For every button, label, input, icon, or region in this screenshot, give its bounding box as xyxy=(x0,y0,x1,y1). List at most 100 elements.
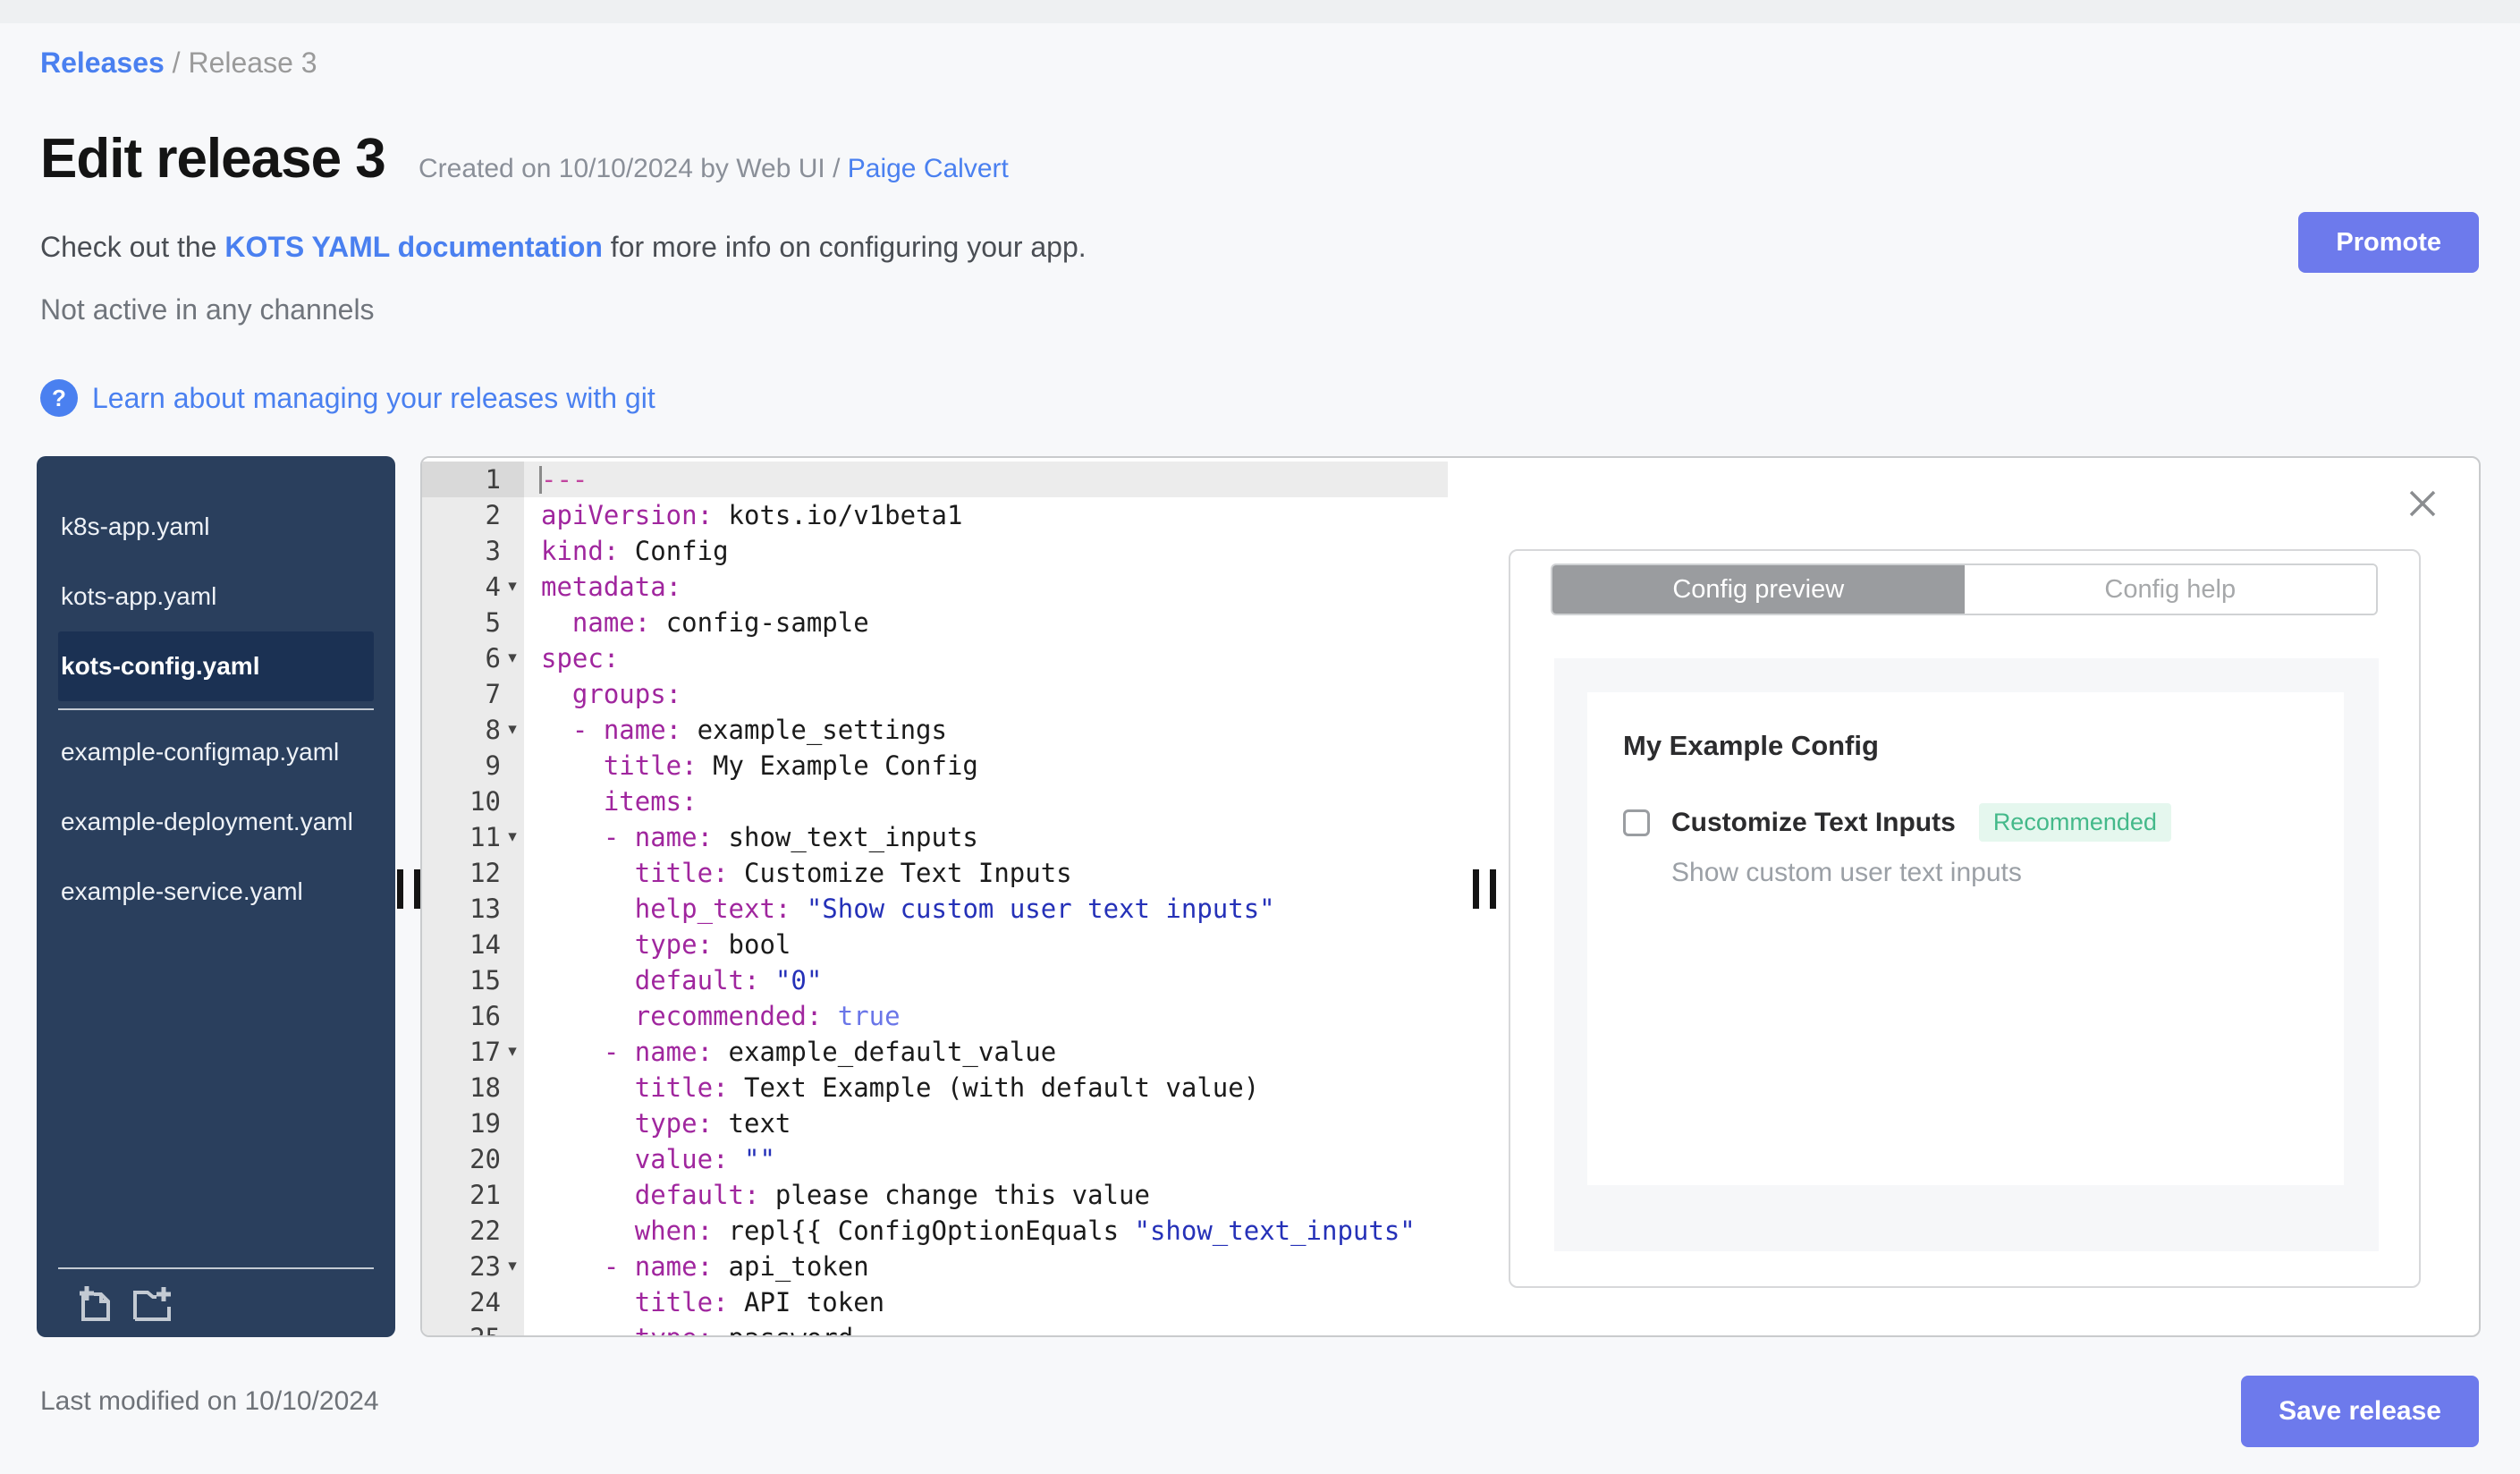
fold-arrow-icon[interactable]: ▾ xyxy=(501,1249,524,1284)
line-number: 16 xyxy=(469,1001,501,1031)
fold-arrow-icon[interactable]: ▾ xyxy=(501,819,524,855)
line-number: 20 xyxy=(469,1144,501,1174)
file-item-example-service.yaml[interactable]: example-service.yaml xyxy=(58,857,374,927)
gutter-cell: 1 xyxy=(422,462,524,497)
tab-config-preview[interactable]: Config preview xyxy=(1552,565,1965,614)
code-line-2[interactable]: 2 apiVersion: kots.io/v1beta1 xyxy=(422,497,1448,533)
config-item-help: Show custom user text inputs xyxy=(1671,858,2022,887)
gutter-cell: 9 xyxy=(422,748,524,784)
code-line-11[interactable]: 11 ▾ - name: show_text_inputs xyxy=(422,819,1448,855)
line-number: 9 xyxy=(485,750,501,781)
line-number: 17 xyxy=(469,1037,501,1067)
code-line-16[interactable]: 16 recommended: true xyxy=(422,998,1448,1034)
gutter-cell: 6 ▾ xyxy=(422,640,524,676)
line-number: 6 xyxy=(485,643,501,673)
gutter-cell: 18 xyxy=(422,1070,524,1106)
line-number: 21 xyxy=(469,1180,501,1210)
code-line-12[interactable]: 12 title: Customize Text Inputs xyxy=(422,855,1448,891)
code-line-4[interactable]: 4 ▾ metadata: xyxy=(422,569,1448,605)
gutter-cell: 2 xyxy=(422,497,524,533)
fold-arrow-icon[interactable]: ▾ xyxy=(501,1034,524,1070)
code-text: default: "0" xyxy=(634,965,823,995)
code-line-10[interactable]: 10 items: xyxy=(422,784,1448,819)
gutter-cell: 19 xyxy=(422,1106,524,1141)
code-line-25[interactable]: 25 type: password xyxy=(422,1320,1448,1335)
code-line-18[interactable]: 18 title: Text Example (with default val… xyxy=(422,1070,1448,1106)
fold-arrow-icon[interactable]: ▾ xyxy=(501,712,524,748)
save-release-button[interactable]: Save release xyxy=(2241,1376,2479,1447)
breadcrumb-separator: / xyxy=(164,47,189,79)
file-item-kots-config.yaml[interactable]: kots-config.yaml xyxy=(58,631,374,701)
line-number: 13 xyxy=(469,894,501,924)
code-text: apiVersion: kots.io/v1beta1 xyxy=(541,500,963,530)
fold-arrow-icon[interactable]: ▾ xyxy=(501,569,524,605)
code-text: title: Customize Text Inputs xyxy=(634,858,1072,888)
code-text: title: My Example Config xyxy=(603,750,978,781)
gutter-cell: 25 xyxy=(422,1320,524,1335)
preview-body: My Example Config Customize Text Inputs … xyxy=(1554,658,2379,1251)
config-item-row: Customize Text Inputs Recommended xyxy=(1623,803,2308,842)
yaml-editor[interactable]: 1 --- 2 apiVersion: kots.io/v1beta1 3 kind: C… xyxy=(422,458,1448,1335)
code-line-24[interactable]: 24 title: API token xyxy=(422,1284,1448,1320)
gutter-cell: 16 xyxy=(422,998,524,1034)
code-line-3[interactable]: 3 kind: Config xyxy=(422,533,1448,569)
gutter-cell: 21 xyxy=(422,1177,524,1213)
code-line-20[interactable]: 20 value: "" xyxy=(422,1141,1448,1177)
code-line-8[interactable]: 8 ▾ - name: example_settings xyxy=(422,712,1448,748)
line-number: 10 xyxy=(469,786,501,817)
code-line-21[interactable]: 21 default: please change this value xyxy=(422,1177,1448,1213)
customize-text-inputs-checkbox[interactable] xyxy=(1623,809,1650,836)
gutter-cell: 4 ▾ xyxy=(422,569,524,605)
code-line-22[interactable]: 22 when: repl{{ ConfigOptionEquals "show… xyxy=(422,1213,1448,1249)
config-preview-panel: Config preview Config help My Example Con… xyxy=(1509,549,2421,1288)
created-author-link[interactable]: Paige Calvert xyxy=(848,154,1009,183)
gutter-cell: 13 xyxy=(422,891,524,927)
editor-resize-handle[interactable] xyxy=(1473,869,1496,909)
code-line-6[interactable]: 6 ▾ spec: xyxy=(422,640,1448,676)
code-line-1[interactable]: 1 --- xyxy=(422,462,1448,497)
code-line-19[interactable]: 19 type: text xyxy=(422,1106,1448,1141)
file-item-example-deployment.yaml[interactable]: example-deployment.yaml xyxy=(58,787,374,857)
question-circle-icon: ? xyxy=(40,379,78,417)
gutter-cell: 12 xyxy=(422,855,524,891)
page: Releases / Release 3 Edit release 3 Crea… xyxy=(0,0,2520,1474)
code-line-23[interactable]: 23 ▾ - name: api_token xyxy=(422,1249,1448,1284)
channel-status: Not active in any channels xyxy=(40,293,375,326)
code-text: recommended: true xyxy=(634,1001,901,1031)
fold-arrow-icon[interactable]: ▾ xyxy=(501,640,524,676)
workbench: 1 --- 2 apiVersion: kots.io/v1beta1 3 kind: C… xyxy=(420,456,2481,1337)
tab-config-help[interactable]: Config help xyxy=(1964,565,2376,614)
code-line-15[interactable]: 15 default: "0" xyxy=(422,962,1448,998)
code-line-7[interactable]: 7 groups: xyxy=(422,676,1448,712)
code-text: when: repl{{ ConfigOptionEquals "show_te… xyxy=(634,1216,1416,1246)
code-line-9[interactable]: 9 title: My Example Config xyxy=(422,748,1448,784)
created-line: Created on 10/10/2024 by Web UI / Paige … xyxy=(419,154,1009,184)
git-help-link[interactable]: ? Learn about managing your releases wit… xyxy=(40,379,655,417)
doc-line: Check out the KOTS YAML documentation fo… xyxy=(40,231,1087,264)
line-number: 15 xyxy=(469,965,501,995)
breadcrumb-link-releases[interactable]: Releases xyxy=(40,47,165,79)
sidebar-resize-handle[interactable] xyxy=(397,869,420,909)
code-line-13[interactable]: 13 help_text: "Show custom user text inp… xyxy=(422,891,1448,927)
code-text: metadata: xyxy=(541,572,682,602)
code-text: type: password xyxy=(524,1320,1448,1335)
code-line-17[interactable]: 17 ▾ - name: example_default_value xyxy=(422,1034,1448,1070)
code-text: default: please change this value xyxy=(634,1180,1150,1210)
code-text: title: API token xyxy=(634,1287,885,1317)
code-line-14[interactable]: 14 type: bool xyxy=(422,927,1448,962)
new-file-icon[interactable] xyxy=(74,1282,115,1323)
file-item-k8s-app.yaml[interactable]: k8s-app.yaml xyxy=(58,492,374,562)
file-item-kots-app.yaml[interactable]: kots-app.yaml xyxy=(58,562,374,631)
code-text: help_text: "Show custom user text inputs… xyxy=(634,894,1275,924)
kots-yaml-doc-link[interactable]: KOTS YAML documentation xyxy=(224,231,603,263)
promote-button[interactable]: Promote xyxy=(2298,212,2479,273)
new-folder-icon[interactable] xyxy=(131,1282,173,1323)
close-icon[interactable] xyxy=(2406,487,2440,521)
code-line-5[interactable]: 5 name: config-sample xyxy=(422,605,1448,640)
file-item-example-configmap.yaml[interactable]: example-configmap.yaml xyxy=(58,717,374,787)
